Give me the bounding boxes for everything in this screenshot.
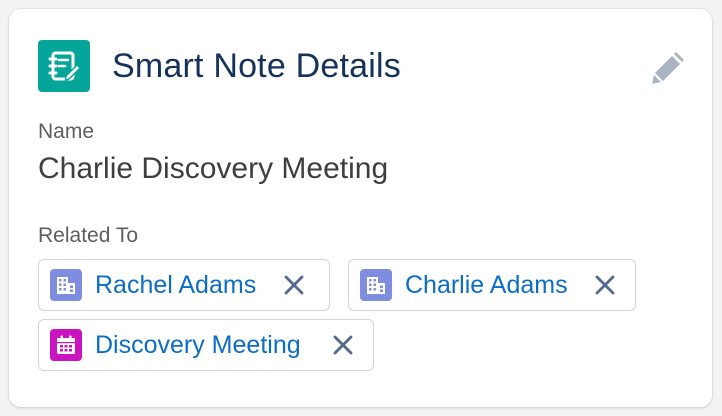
related-pill-label[interactable]: Discovery Meeting — [95, 330, 301, 360]
related-pill-charlie-adams[interactable]: Charlie Adams — [348, 259, 636, 311]
remove-button[interactable] — [590, 270, 620, 300]
close-icon — [284, 275, 304, 295]
close-icon — [595, 275, 615, 295]
smart-note-details-card: Smart Note Details Name Charlie Discover… — [9, 9, 712, 407]
name-label: Name — [38, 120, 95, 143]
related-to-label: Related To — [38, 224, 139, 247]
pencil-icon — [652, 52, 684, 84]
account-icon — [50, 269, 82, 301]
smart-note-icon — [38, 40, 90, 92]
related-pill-label[interactable]: Rachel Adams — [95, 270, 256, 300]
related-pill-rachel-adams[interactable]: Rachel Adams — [38, 259, 330, 311]
related-pill-discovery-meeting[interactable]: Discovery Meeting — [38, 319, 374, 371]
name-value: Charlie Discovery Meeting — [38, 152, 389, 185]
remove-button[interactable] — [328, 330, 358, 360]
close-icon — [333, 335, 353, 355]
event-icon — [50, 329, 82, 361]
account-icon — [360, 269, 392, 301]
related-pill-label[interactable]: Charlie Adams — [405, 270, 568, 300]
remove-button[interactable] — [279, 270, 309, 300]
edit-button[interactable] — [648, 46, 690, 88]
card-title: Smart Note Details — [112, 47, 401, 85]
